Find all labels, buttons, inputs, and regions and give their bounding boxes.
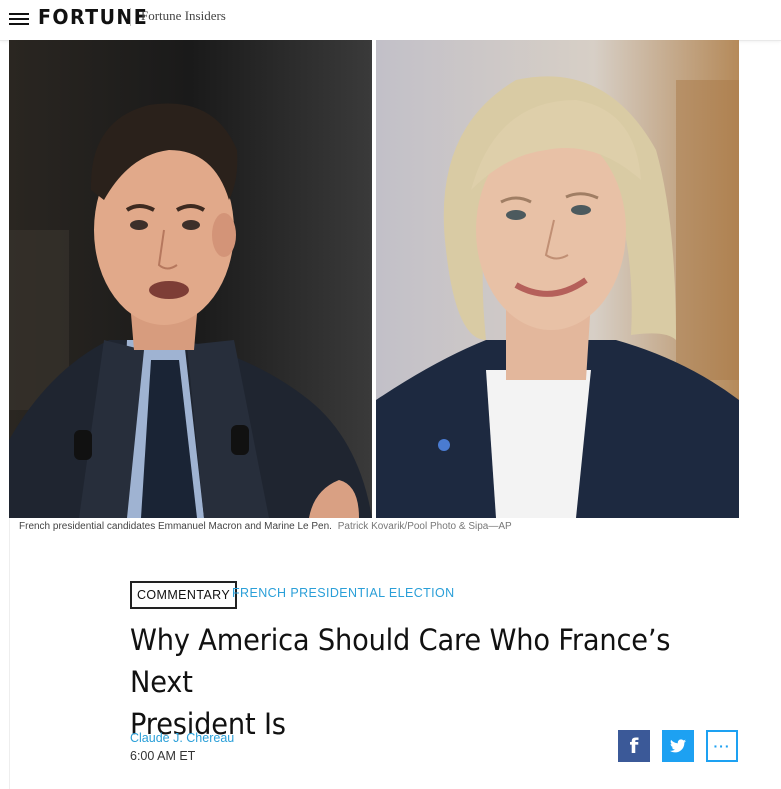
more-icon: ··· (713, 738, 731, 754)
more-share-button[interactable]: ··· (706, 730, 738, 762)
le-pen-illustration (376, 40, 739, 518)
image-caption: French presidential candidates Emmanuel … (19, 521, 512, 532)
photo-credit: Patrick Kovarik/Pool Photo & Sipa—AP (337, 521, 512, 532)
fortune-logo[interactable]: FORTUNE (38, 5, 148, 29)
le-pen-photo (376, 40, 739, 518)
twitter-icon (670, 739, 686, 753)
commentary-tag[interactable]: COMMENTARY (130, 581, 238, 609)
facebook-share-button[interactable]: f (618, 730, 650, 762)
author-link[interactable]: Claude J. Chereau (130, 731, 234, 745)
macron-photo (9, 40, 372, 518)
twitter-share-button[interactable] (662, 730, 694, 762)
menu-icon[interactable] (9, 10, 29, 26)
header-separator (130, 8, 131, 26)
topic-link[interactable]: FRENCH PRESIDENTIAL ELECTION (232, 586, 455, 600)
caption-text: French presidential candidates Emmanuel … (19, 521, 332, 532)
top-navigation-bar: FORTUNE Fortune Insiders (0, 0, 781, 41)
section-link[interactable]: Fortune Insiders (141, 8, 226, 24)
publish-time: 6:00 AM ET (130, 749, 196, 763)
article-headline: Why America Should Care Who France’s Nex… (130, 619, 694, 745)
hero-image (9, 40, 739, 518)
facebook-icon: f (629, 734, 639, 758)
macron-illustration (9, 40, 372, 518)
headline-line-1: Why America Should Care Who France’s Nex… (130, 623, 671, 699)
